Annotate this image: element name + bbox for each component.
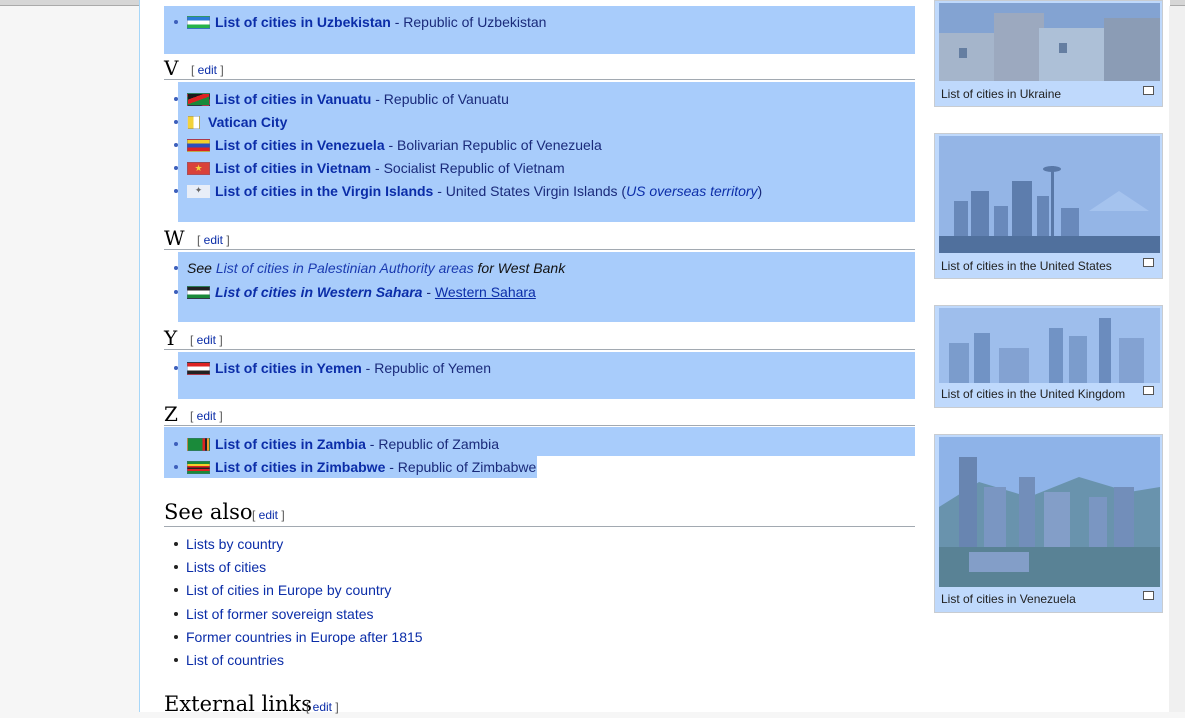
edit-section-external-links[interactable]: [ edit ] [306,699,339,715]
edit-link[interactable]: edit [197,333,216,347]
heading-rule [164,425,915,426]
selection-overlay [935,134,1162,278]
item-description: - Republic of Yemen [361,360,491,376]
edit-section-w[interactable]: [ edit ] [197,232,230,248]
edit-link[interactable]: edit [197,409,216,423]
enlarge-icon[interactable] [1143,386,1154,395]
edit-link[interactable]: edit [259,508,278,522]
edit-section-y[interactable]: [ edit ] [190,332,223,348]
vatican-flag-icon [187,116,200,129]
western-sahara-flag-icon [187,286,210,299]
bullet [174,120,178,124]
scrollbar-track[interactable] [1169,6,1185,712]
heading-rule [164,249,915,250]
bullet [174,97,178,101]
see-also-link[interactable]: List of countries [186,650,284,670]
thumbnail-ukraine[interactable]: List of cities in Ukraine [934,0,1163,107]
item-description: - Republic of Uzbekistan [390,14,547,30]
bullet [174,143,178,147]
bullet [174,166,178,170]
bullet [174,20,178,24]
edit-link[interactable]: edit [198,63,217,77]
vanuatu-flag-icon [187,93,210,106]
edit-section-v[interactable]: [ edit ] [191,62,224,78]
bullet [174,189,178,193]
item-description: - Republic of Zimbabwe [385,459,537,475]
heading-rule [164,79,915,80]
section-heading-w: W [164,226,185,250]
virgin-islands-flag-icon: ✦ [187,185,210,198]
see-suffix: for West Bank [473,260,566,276]
see-also-link[interactable]: Lists by country [186,534,283,554]
thumbnail-united-kingdom[interactable]: List of cities in the United Kingdom [934,305,1163,408]
item-description: - United States Virgin Islands ( [433,183,627,199]
see-also-link[interactable]: Lists of cities [186,557,266,577]
venezuela-link[interactable]: List of cities in Venezuela [215,137,385,153]
see-also-link[interactable]: List of former sovereign states [186,604,374,624]
heading-rule [164,349,915,350]
bullet [174,266,178,270]
enlarge-icon[interactable] [1143,86,1154,95]
bullet [174,442,178,446]
bullet [174,588,178,592]
see-also-link[interactable]: List of cities in Europe by country [186,580,391,600]
thumbnail-caption: List of cities in the United Kingdom [941,387,1126,401]
vietnam-flag-icon: ★ [187,162,210,175]
item-description: - Republic of Vanuatu [371,91,509,107]
edit-section-see-also[interactable]: [ edit ] [252,507,285,523]
palestinian-areas-link[interactable]: List of cities in Palestinian Authority … [216,260,474,276]
external-links-heading: External links [164,692,312,716]
bullet [174,465,178,469]
vietnam-link[interactable]: List of cities in Vietnam [215,160,371,176]
bullet [174,565,178,569]
bullet [174,290,178,294]
edit-section-z[interactable]: [ edit ] [190,408,223,424]
bullet [174,542,178,546]
yemen-flag-icon [187,362,210,375]
enlarge-icon[interactable] [1143,258,1154,267]
section-heading-y: Y [164,326,178,350]
uzbekistan-flag-icon [187,16,210,29]
edit-link[interactable]: edit [204,233,223,247]
zambia-flag-icon [187,438,210,451]
venezuela-flag-icon [187,139,210,152]
heading-rule [164,526,915,527]
thumbnail-caption: List of cities in Ukraine [941,87,1062,101]
zimbabwe-flag-icon [187,461,210,474]
section-heading-v: V [164,56,179,80]
western-sahara-link[interactable]: Western Sahara [435,284,536,300]
bullet [174,658,178,662]
enlarge-icon[interactable] [1143,591,1154,600]
zimbabwe-link[interactable]: List of cities in Zimbabwe [215,459,385,475]
virgin-islands-link[interactable]: List of cities in the Virgin Islands [215,183,433,199]
see-also-heading: See also [164,500,253,524]
item-description-end: ) [757,183,763,199]
bullet [174,366,178,370]
section-heading-z: Z [164,402,178,426]
vanuatu-link[interactable]: List of cities in Vanuatu [215,91,371,107]
zambia-link[interactable]: List of cities in Zambia [215,436,366,452]
uzbekistan-link[interactable]: List of cities in Uzbekistan [215,14,391,30]
vatican-city-link[interactable]: Vatican City [208,114,287,130]
item-separator: - [422,284,435,300]
item-description: - Republic of Zambia [365,436,499,452]
see-prefix: See [187,260,216,276]
item-description: - Bolivarian Republic of Venezuela [384,137,602,153]
bullet [174,612,178,616]
thumbnail-venezuela[interactable]: List of cities in Venezuela [934,434,1163,613]
thumbnail-caption: List of cities in the United States [941,259,1112,273]
western-sahara-list-link[interactable]: List of cities in Western Sahara [215,284,422,300]
us-overseas-territory-link[interactable]: US overseas territory [626,183,757,199]
see-also-link[interactable]: Former countries in Europe after 1815 [186,627,423,647]
thumbnail-united-states[interactable]: List of cities in the United States [934,133,1163,279]
item-description: - Socialist Republic of Vietnam [371,160,565,176]
yemen-link[interactable]: List of cities in Yemen [215,360,362,376]
bullet [174,635,178,639]
selection-overlay [935,435,1162,612]
thumbnail-caption: List of cities in Venezuela [941,592,1076,606]
